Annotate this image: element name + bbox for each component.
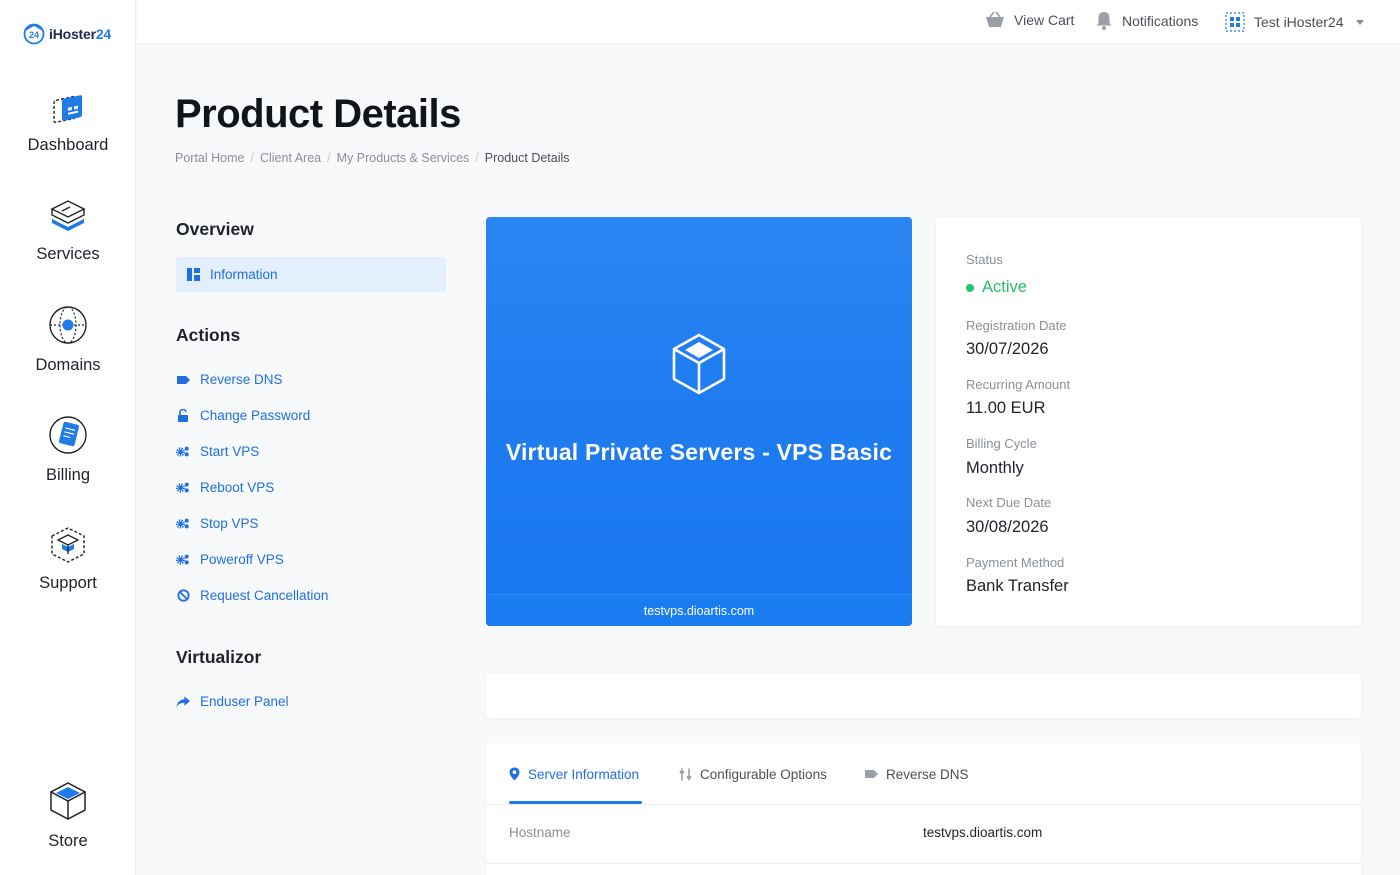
breadcrumb-current: Product Details: [484, 151, 570, 165]
sidebar-item-label: Domains: [35, 356, 101, 374]
logo-badge-icon: 24: [23, 23, 45, 45]
product-card: Virtual Private Servers - VPS Basic test…: [486, 217, 912, 626]
cogs-icon: [176, 518, 189, 529]
user-menu[interactable]: Test iHoster24: [1225, 12, 1365, 32]
actions-heading: Actions: [176, 325, 241, 345]
row-divider: [486, 863, 1361, 864]
cogs-icon: [176, 482, 189, 493]
sidebar-item-billing[interactable]: Billing: [0, 414, 136, 485]
breadcrumb: Portal Home / Client Area / My Products …: [175, 151, 570, 165]
status-dot-icon: [966, 283, 974, 292]
sidebar-item-label: Store: [48, 832, 88, 850]
product-info-card: Status Active Registration Date 30/07/20…: [936, 217, 1361, 626]
notifications-link[interactable]: Notifications: [1095, 11, 1198, 30]
breadcrumb-item[interactable]: Portal Home: [175, 151, 244, 165]
next-due-date-label: Next Due Date: [966, 495, 1052, 510]
action-stop-vps[interactable]: Stop VPS: [176, 516, 259, 531]
menu-item-information[interactable]: Information: [176, 257, 446, 292]
next-due-date-value: 30/08/2026: [966, 518, 1049, 536]
tag-icon: [865, 770, 878, 778]
logo-text: iHoster24: [49, 26, 112, 42]
share-icon: [176, 695, 190, 707]
server-tabs-panel: Server Information Configurable Options …: [486, 743, 1361, 875]
product-domain: testvps.dioartis.com: [486, 594, 912, 626]
hostname-label: Hostname: [509, 825, 571, 840]
cogs-icon: [176, 446, 189, 457]
action-start-vps[interactable]: Start VPS: [176, 444, 259, 459]
brand-logo[interactable]: 24 iHoster24: [22, 22, 111, 46]
virtualizor-heading: Virtualizor: [176, 647, 262, 667]
payment-method-label: Payment Method: [966, 555, 1065, 570]
action-reboot-vps[interactable]: Reboot VPS: [176, 480, 274, 495]
billing-cycle-label: Billing Cycle: [966, 436, 1037, 451]
breadcrumb-separator: /: [475, 151, 479, 165]
tab-configurable-options[interactable]: Configurable Options: [679, 765, 827, 783]
store-icon: [50, 782, 86, 820]
lock-icon: [178, 409, 188, 422]
breadcrumb-separator: /: [327, 151, 331, 165]
cogs-icon: [176, 554, 189, 565]
services-icon: [50, 200, 86, 231]
basket-icon: [986, 11, 1004, 27]
recurring-amount-value: 11.00 EUR: [966, 399, 1046, 417]
sidebar-item-dashboard[interactable]: Dashboard: [0, 86, 136, 155]
breadcrumb-separator: /: [250, 151, 254, 165]
sidebar-item-label: Services: [36, 245, 100, 263]
chevron-down-icon: [1356, 19, 1365, 25]
sidebar-item-support[interactable]: Support: [0, 524, 136, 593]
empty-panel: [486, 673, 1361, 718]
action-poweroff-vps[interactable]: Poweroff VPS: [176, 552, 284, 567]
user-grid-icon: [1225, 12, 1245, 32]
sidebar-item-label: Dashboard: [27, 136, 109, 154]
action-change-password[interactable]: Change Password: [176, 408, 310, 423]
support-icon: [51, 527, 85, 563]
sidebar-item-domains[interactable]: Domains: [0, 304, 136, 375]
breadcrumb-item[interactable]: My Products & Services: [337, 151, 470, 165]
payment-method-value: Bank Transfer: [966, 577, 1069, 595]
sidebar-item-label: Support: [39, 574, 97, 592]
sliders-icon: [679, 768, 692, 780]
sidebar-item-label: Billing: [45, 466, 91, 484]
topbar: View Cart Notifications Test iHoster24: [137, 0, 1400, 44]
registration-date-label: Registration Date: [966, 318, 1067, 333]
product-name: Virtual Private Servers - VPS Basic: [505, 439, 893, 465]
tab-reverse-dns[interactable]: Reverse DNS: [865, 765, 969, 783]
tab-server-information[interactable]: Server Information: [509, 765, 639, 783]
sidebar: 24 iHoster24 Dashboard Services Domains …: [0, 0, 136, 875]
cube-icon: [672, 333, 726, 395]
billing-cycle-value: Monthly: [966, 459, 1024, 477]
tag-icon: [176, 375, 190, 384]
tabs-divider: [486, 804, 1361, 805]
overview-heading: Overview: [176, 219, 254, 239]
sidebar-item-store[interactable]: Store: [0, 780, 136, 851]
svg-text:24: 24: [29, 30, 39, 40]
domains-icon: [49, 306, 87, 344]
bell-icon: [1096, 12, 1112, 30]
sidebar-item-services[interactable]: Services: [0, 195, 136, 264]
status-badge: Active: [966, 278, 1027, 297]
status-label: Status: [966, 252, 1003, 267]
billing-icon: [49, 416, 87, 454]
action-request-cancellation[interactable]: Request Cancellation: [176, 588, 328, 603]
page-title: Product Details: [175, 92, 461, 136]
view-cart-link[interactable]: View Cart: [985, 11, 1074, 29]
dashboard-tiles-icon: [187, 268, 200, 281]
action-enduser-panel[interactable]: Enduser Panel: [176, 694, 289, 709]
hostname-value: testvps.dioartis.com: [923, 825, 1043, 840]
recurring-amount-label: Recurring Amount: [966, 377, 1071, 392]
ban-icon: [176, 589, 190, 602]
map-marker-icon: [509, 767, 520, 781]
breadcrumb-item[interactable]: Client Area: [260, 151, 321, 165]
registration-date-value: 30/07/2026: [966, 340, 1049, 358]
action-reverse-dns[interactable]: Reverse DNS: [176, 372, 283, 387]
dashboard-icon: [53, 95, 82, 124]
